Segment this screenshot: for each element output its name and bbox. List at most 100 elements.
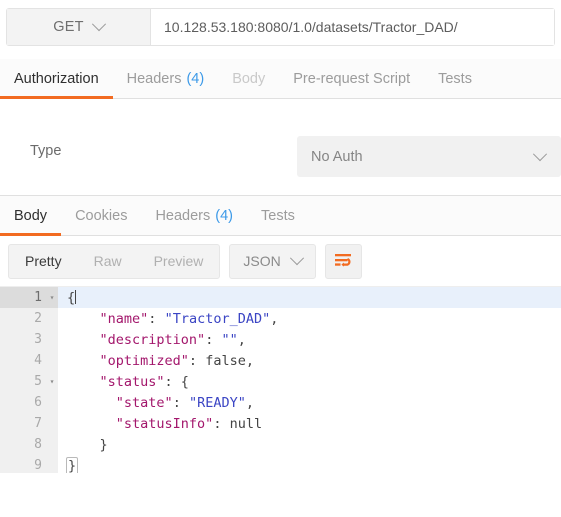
tab-label: Body [232,70,266,87]
http-method-label: GET [53,19,84,35]
line-number: 7 [0,413,46,434]
tab-label: Headers [126,70,182,87]
response-format-dropdown[interactable]: JSON [229,243,316,279]
code-line[interactable]: 9} [0,455,561,473]
tab-label: Tests [261,207,295,224]
fold-triangle-icon[interactable]: ▾ [46,293,58,302]
response-tab-tests[interactable]: Tests [247,196,309,235]
tab-count-badge: (4) [186,70,205,87]
code-line[interactable]: 7 "statusInfo": null [0,413,561,434]
code-line[interactable]: 6 "state": "READY", [0,392,561,413]
json-punctuation: : [213,415,230,432]
editor-gutter: 5 ▾ [0,371,58,392]
code-text: "state": "READY", [58,395,561,411]
view-mode-raw[interactable]: Raw [78,245,138,278]
json-punctuation: : [188,352,206,369]
code-text: } [58,456,561,473]
line-number: 2 [0,308,46,329]
code-text: "description": "", [58,332,561,348]
line-number: 5 [0,371,46,392]
response-tab-bar: Body Cookies Headers (4) Tests [0,196,561,236]
code-text: } [58,437,561,453]
auth-type-value: No Auth [311,148,363,165]
json-punctuation: , [270,310,279,327]
json-punctuation: null [229,415,263,432]
chevron-down-icon [289,251,304,266]
tab-label: Pre-request Script [293,70,411,87]
request-tab-tests[interactable]: Tests [424,59,486,98]
code-line[interactable]: 3 "description": "", [0,329,561,350]
request-tab-bar: Authorization Headers (4) Body Pre-request S… [0,59,561,99]
response-format-value: JSON [243,253,281,269]
code-line[interactable]: 4 "optimized": false, [0,350,561,371]
request-tab-headers[interactable]: Headers (4) [113,59,219,98]
editor-gutter: 9 [0,455,58,473]
tab-label: Headers [155,207,211,224]
line-number: 3 [0,329,46,350]
editor-gutter: 2 [0,308,58,329]
url-input[interactable]: 10.128.53.180:8080/1.0/datasets/Tractor_… [151,9,554,45]
code-line[interactable]: 8 } [0,434,561,455]
request-tab-pre-request-script[interactable]: Pre-request Script [279,59,424,98]
json-key: "optimized" [99,352,189,369]
request-tab-authorization[interactable]: Authorization [0,59,113,99]
response-tab-headers[interactable]: Headers (4) [141,196,247,235]
tab-label: Authorization [14,70,99,87]
text-cursor [75,289,77,304]
response-toolbar: Pretty Raw Preview JSON [0,236,561,286]
response-body-editor[interactable]: 1 ▾{2 "name": "Tractor_DAD", 3 "descriptio… [0,286,561,473]
json-punctuation: { [67,289,76,306]
code-line[interactable]: 1 ▾ { [0,287,561,308]
editor-gutter: 1 ▾ [0,287,58,308]
line-number: 8 [0,434,46,455]
json-key: "description" [99,331,206,348]
json-punctuation: } [66,456,79,473]
json-punctuation: : [172,394,189,411]
http-method-dropdown[interactable]: GET [7,9,151,45]
tab-count-badge: (4) [215,207,233,224]
json-key: "state" [115,394,173,411]
code-line[interactable]: 2 "name": "Tractor_DAD", [0,308,561,329]
view-mode-preview[interactable]: Preview [138,245,220,278]
line-number: 6 [0,392,46,413]
editor-gutter: 7 [0,413,58,434]
line-number: 1 [0,287,46,308]
view-mode-pretty[interactable]: Pretty [9,245,78,278]
code-text: "name": "Tractor_DAD", [58,311,561,327]
response-tab-body[interactable]: Body [0,196,62,236]
json-string: "READY" [188,394,246,411]
code-text: "optimized": false, [58,353,561,369]
tab-label: Tests [438,70,472,87]
wrap-lines-button[interactable] [324,243,362,279]
json-punctuation: false [205,352,246,369]
editor-gutter: 8 [0,434,58,455]
json-punctuation: : { [164,373,189,390]
auth-type-dropdown[interactable]: No Auth [297,136,561,177]
json-punctuation: , [245,352,254,369]
code-text: "statusInfo": null [58,416,561,432]
chevron-down-icon [91,17,106,32]
chevron-down-icon [532,146,548,161]
json-punctuation: , [237,331,246,348]
response-tab-cookies[interactable]: Cookies [61,196,141,235]
json-key: "status" [99,373,165,390]
json-punctuation: : [148,310,165,327]
fold-triangle-icon[interactable]: ▾ [46,377,58,386]
view-mode-segmented-control: Pretty Raw Preview [8,243,221,279]
code-line[interactable]: 5 ▾ "status": { [0,371,561,392]
json-string: "" [221,331,238,348]
tab-label: Body [14,207,48,224]
request-url-bar: GET 10.128.53.180:8080/1.0/datasets/Trac… [6,8,555,46]
json-punctuation: } [99,436,108,453]
wrap-text-icon [334,254,351,267]
json-punctuation: , [245,394,254,411]
json-key: "name" [99,310,149,327]
json-string: "Tractor_DAD" [164,310,271,327]
editor-gutter: 6 [0,392,58,413]
line-number: 9 [0,455,46,473]
editor-gutter: 4 [0,350,58,371]
tab-label: Cookies [75,207,128,224]
json-key: "statusInfo" [115,415,214,432]
code-text: { [58,289,561,306]
request-tab-body[interactable]: Body [218,59,279,98]
